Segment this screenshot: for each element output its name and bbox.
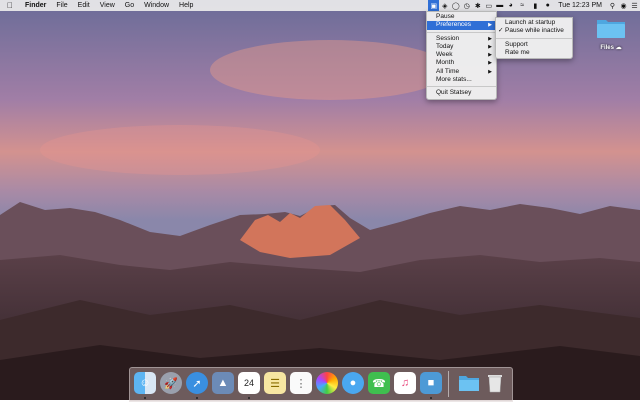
menu-item-month[interactable]: Month ▶: [427, 59, 496, 67]
submenu-arrow-icon: ▶: [488, 68, 492, 75]
apple-icon[interactable]: : [0, 1, 20, 10]
menu-item-pause-while-inactive-label: Pause while inactive: [505, 27, 564, 35]
menu-item-launch-at-startup[interactable]: Launch at startup: [496, 19, 572, 27]
menu-window[interactable]: Window: [139, 0, 174, 11]
status-area: ▣ ◈ ◯ ◷ ✱ ▭ ▬ ◕ ≈ ▮ ● Tue 12:23 PM ⚲ ◉ ☰: [428, 0, 640, 11]
submenu-arrow-icon: ▶: [488, 43, 492, 50]
itunes-icon[interactable]: ♫: [394, 372, 416, 394]
photos-icon[interactable]: [316, 372, 338, 394]
menu-file[interactable]: File: [51, 0, 72, 11]
dock: ☺ 🚀 ➚ ▲ 24 ☰ ⋮ ● ☎ ♫ ■: [129, 367, 513, 402]
calendar-icon[interactable]: 24: [238, 372, 260, 394]
menu-item-quit[interactable]: Quit Statsey: [427, 89, 496, 97]
battery-icon[interactable]: ▮: [528, 0, 542, 11]
menu-item-pause[interactable]: Pause: [427, 13, 496, 21]
user-icon[interactable]: ●: [542, 0, 553, 11]
safari-icon[interactable]: ➚: [186, 372, 208, 394]
submenu-arrow-icon: ▶: [488, 22, 492, 29]
trash-icon[interactable]: [484, 372, 506, 394]
files-label-text: Files: [600, 45, 614, 51]
statsey-status-icon[interactable]: ▣: [428, 0, 440, 11]
menu-item-today[interactable]: Today ▶: [427, 43, 496, 51]
running-indicator: [144, 397, 146, 399]
menu-item-today-label: Today: [436, 42, 454, 50]
menu-edit[interactable]: Edit: [73, 0, 95, 11]
submenu-arrow-icon: ▶: [488, 60, 492, 67]
menu-item-session-label: Session: [436, 34, 460, 42]
facetime-icon[interactable]: ☎: [368, 372, 390, 394]
running-indicator: [430, 397, 432, 399]
menu-item-week[interactable]: Week ▶: [427, 51, 496, 59]
menu-app-name[interactable]: Finder: [20, 0, 51, 11]
reminders-icon[interactable]: ⋮: [290, 372, 312, 394]
menu-separator: [496, 37, 572, 39]
spotlight-icon[interactable]: ⚲: [607, 0, 618, 11]
menu-bar:  Finder File Edit View Go Window Help ▣…: [0, 0, 640, 11]
menu-item-more-stats[interactable]: More stats...: [427, 76, 496, 84]
menu-separator: [427, 86, 496, 88]
trash-can-shape: [488, 375, 502, 393]
menu-view[interactable]: View: [95, 0, 120, 11]
statsey-menu: Pause Preferences ▶ Session ▶ Today ▶ We…: [426, 11, 497, 100]
menu-item-preferences-label: Preferences: [436, 21, 472, 29]
notes-icon[interactable]: ☰: [264, 372, 286, 394]
menu-item-pause-while-inactive[interactable]: ✓ Pause while inactive: [496, 27, 572, 35]
notification-center-icon[interactable]: ☰: [629, 0, 640, 11]
text-input-icon[interactable]: ▬: [494, 0, 505, 11]
folder-icon[interactable]: [458, 372, 480, 394]
airplay-icon[interactable]: ▭: [483, 0, 494, 11]
dock-folder-shape: [459, 376, 479, 391]
menu-item-month-label: Month: [436, 59, 455, 67]
finder-icon[interactable]: ☺: [134, 372, 156, 394]
timer-icon[interactable]: ◯: [450, 0, 461, 11]
running-indicator: [196, 397, 198, 399]
clock[interactable]: Tue 12:23 PM: [553, 2, 607, 9]
calendar-day: 24: [243, 378, 254, 388]
menu-item-preferences[interactable]: Preferences ▶: [427, 21, 496, 30]
messages-icon[interactable]: ●: [342, 372, 364, 394]
bluetooth-icon[interactable]: ✱: [472, 0, 483, 11]
menu-item-rate-me[interactable]: Rate me: [496, 49, 572, 57]
desktop-folder-label[interactable]: Files ☁: [591, 44, 631, 51]
menu-item-all-time[interactable]: All Time ▶: [427, 68, 496, 76]
menu-item-all-time-label: All Time: [436, 67, 460, 75]
dropbox-icon[interactable]: ◈: [439, 0, 450, 11]
mountain-landscape: [0, 0, 640, 400]
cloud-upload-icon: ☁: [615, 45, 622, 51]
menu-separator: [427, 31, 496, 33]
time-machine-icon[interactable]: ◷: [461, 0, 472, 11]
submenu-arrow-icon: ▶: [488, 52, 492, 59]
desktop-wallpaper: [0, 0, 640, 400]
running-indicator: [248, 397, 250, 399]
photo-preview-icon[interactable]: ▲: [212, 372, 234, 394]
gauge-icon[interactable]: ◕: [505, 0, 516, 11]
menu-help[interactable]: Help: [174, 0, 198, 11]
menu-item-support[interactable]: Support: [496, 41, 572, 49]
menu-item-session[interactable]: Session ▶: [427, 35, 496, 43]
submenu-arrow-icon: ▶: [488, 35, 492, 42]
statsey-icon[interactable]: ■: [420, 372, 442, 394]
preferences-submenu: Launch at startup ✓ Pause while inactive…: [495, 17, 573, 60]
menu-item-week-label: Week: [436, 51, 453, 59]
checkmark-icon: ✓: [498, 27, 504, 35]
dock-separator: [448, 371, 449, 397]
menu-go[interactable]: Go: [120, 0, 139, 11]
wifi-icon[interactable]: ≈: [516, 0, 528, 11]
folder-icon[interactable]: [596, 17, 626, 39]
launchpad-icon[interactable]: 🚀: [160, 372, 182, 394]
siri-icon[interactable]: ◉: [618, 0, 629, 11]
